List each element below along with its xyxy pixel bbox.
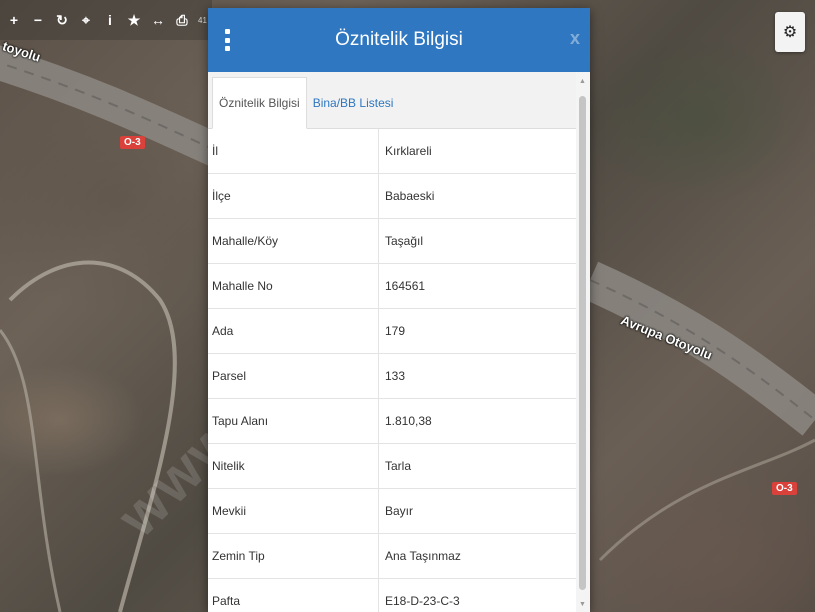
tab-building-list[interactable]: Bina/BB Listesi [307, 78, 400, 128]
close-icon[interactable]: x [570, 28, 580, 49]
row-label: Parsel [208, 353, 379, 399]
scroll-thumb[interactable] [579, 96, 586, 590]
scroll-up-icon[interactable]: ▲ [579, 78, 586, 85]
dialog-scrollbar[interactable]: ▲ ▼ [576, 72, 590, 612]
row-value: Tarla [378, 443, 576, 489]
dialog-title: Öznitelik Bilgisi [335, 29, 463, 50]
row-value: Ana Taşınmaz [378, 533, 576, 579]
table-row: Nitelik Tarla [208, 443, 576, 489]
locate-icon[interactable]: ⌖ [74, 2, 98, 38]
row-value: 133 [378, 353, 576, 399]
favorite-icon[interactable]: ★ [122, 2, 146, 38]
row-label: Ada [208, 308, 379, 354]
table-row: Mahalle No 164561 [208, 263, 576, 309]
row-value: E18-D-23-C-3 [378, 578, 576, 612]
table-row: Mahalle/Köy Taşağıl [208, 218, 576, 264]
table-row: Pafta E18-D-23-C-3 [208, 578, 576, 612]
row-label: Nitelik [208, 443, 379, 489]
row-label: Mahalle No [208, 263, 379, 309]
zoom-in-button[interactable]: + [2, 2, 26, 38]
table-row: Parsel 133 [208, 353, 576, 399]
refresh-icon[interactable]: ↻ [50, 2, 74, 38]
table-row: Ada 179 [208, 308, 576, 354]
kebab-menu-icon[interactable] [224, 29, 230, 51]
tab-attribute-info[interactable]: Öznitelik Bilgisi [212, 77, 307, 129]
row-label: Zemin Tip [208, 533, 379, 579]
row-value: 1.810,38 [378, 398, 576, 444]
row-value: Kırklareli [378, 129, 576, 174]
row-label: İl [208, 129, 379, 174]
scale-text: 41 [198, 15, 207, 25]
gear-icon: ⚙ [782, 24, 798, 41]
dialog-header: Öznitelik Bilgisi x [208, 8, 590, 72]
road-badge-right: O-3 [772, 482, 797, 495]
row-label: Tapu Alanı [208, 398, 379, 444]
measure-icon[interactable]: ↔ [146, 2, 170, 38]
row-label: İlçe [208, 173, 379, 219]
settings-button[interactable]: ⚙ [775, 12, 805, 52]
scroll-down-icon[interactable]: ▼ [579, 601, 586, 608]
print-icon[interactable]: ⎙ [170, 2, 194, 38]
info-icon[interactable]: i [98, 2, 122, 38]
attribute-dialog: Öznitelik Bilgisi x Öznitelik Bilgisi Bi… [208, 8, 590, 612]
row-value: Taşağıl [378, 218, 576, 264]
row-value: Bayır [378, 488, 576, 534]
zoom-out-button[interactable]: − [26, 2, 50, 38]
row-label: Mahalle/Köy [208, 218, 379, 264]
tab-bar: Öznitelik Bilgisi Bina/BB Listesi [208, 72, 576, 129]
row-value: 164561 [378, 263, 576, 309]
row-value: Babaeski [378, 173, 576, 219]
table-row: İl Kırklareli [208, 129, 576, 174]
table-row: İlçe Babaeski [208, 173, 576, 219]
table-row: Tapu Alanı 1.810,38 [208, 398, 576, 444]
row-value: 179 [378, 308, 576, 354]
dialog-body: Öznitelik Bilgisi Bina/BB Listesi İl Kırk… [208, 72, 576, 612]
attribute-table: İl Kırklareli İlçe Babaeski Mahalle/Köy Taş… [208, 129, 576, 612]
row-label: Pafta [208, 578, 379, 612]
table-row: Mevkii Bayır [208, 488, 576, 534]
road-badge-left: O-3 [120, 136, 145, 149]
row-label: Mevkii [208, 488, 379, 534]
map-toolbar: + − ↻ ⌖ i ★ ↔ ⎙ 41 [0, 0, 212, 40]
table-row: Zemin Tip Ana Taşınmaz [208, 533, 576, 579]
